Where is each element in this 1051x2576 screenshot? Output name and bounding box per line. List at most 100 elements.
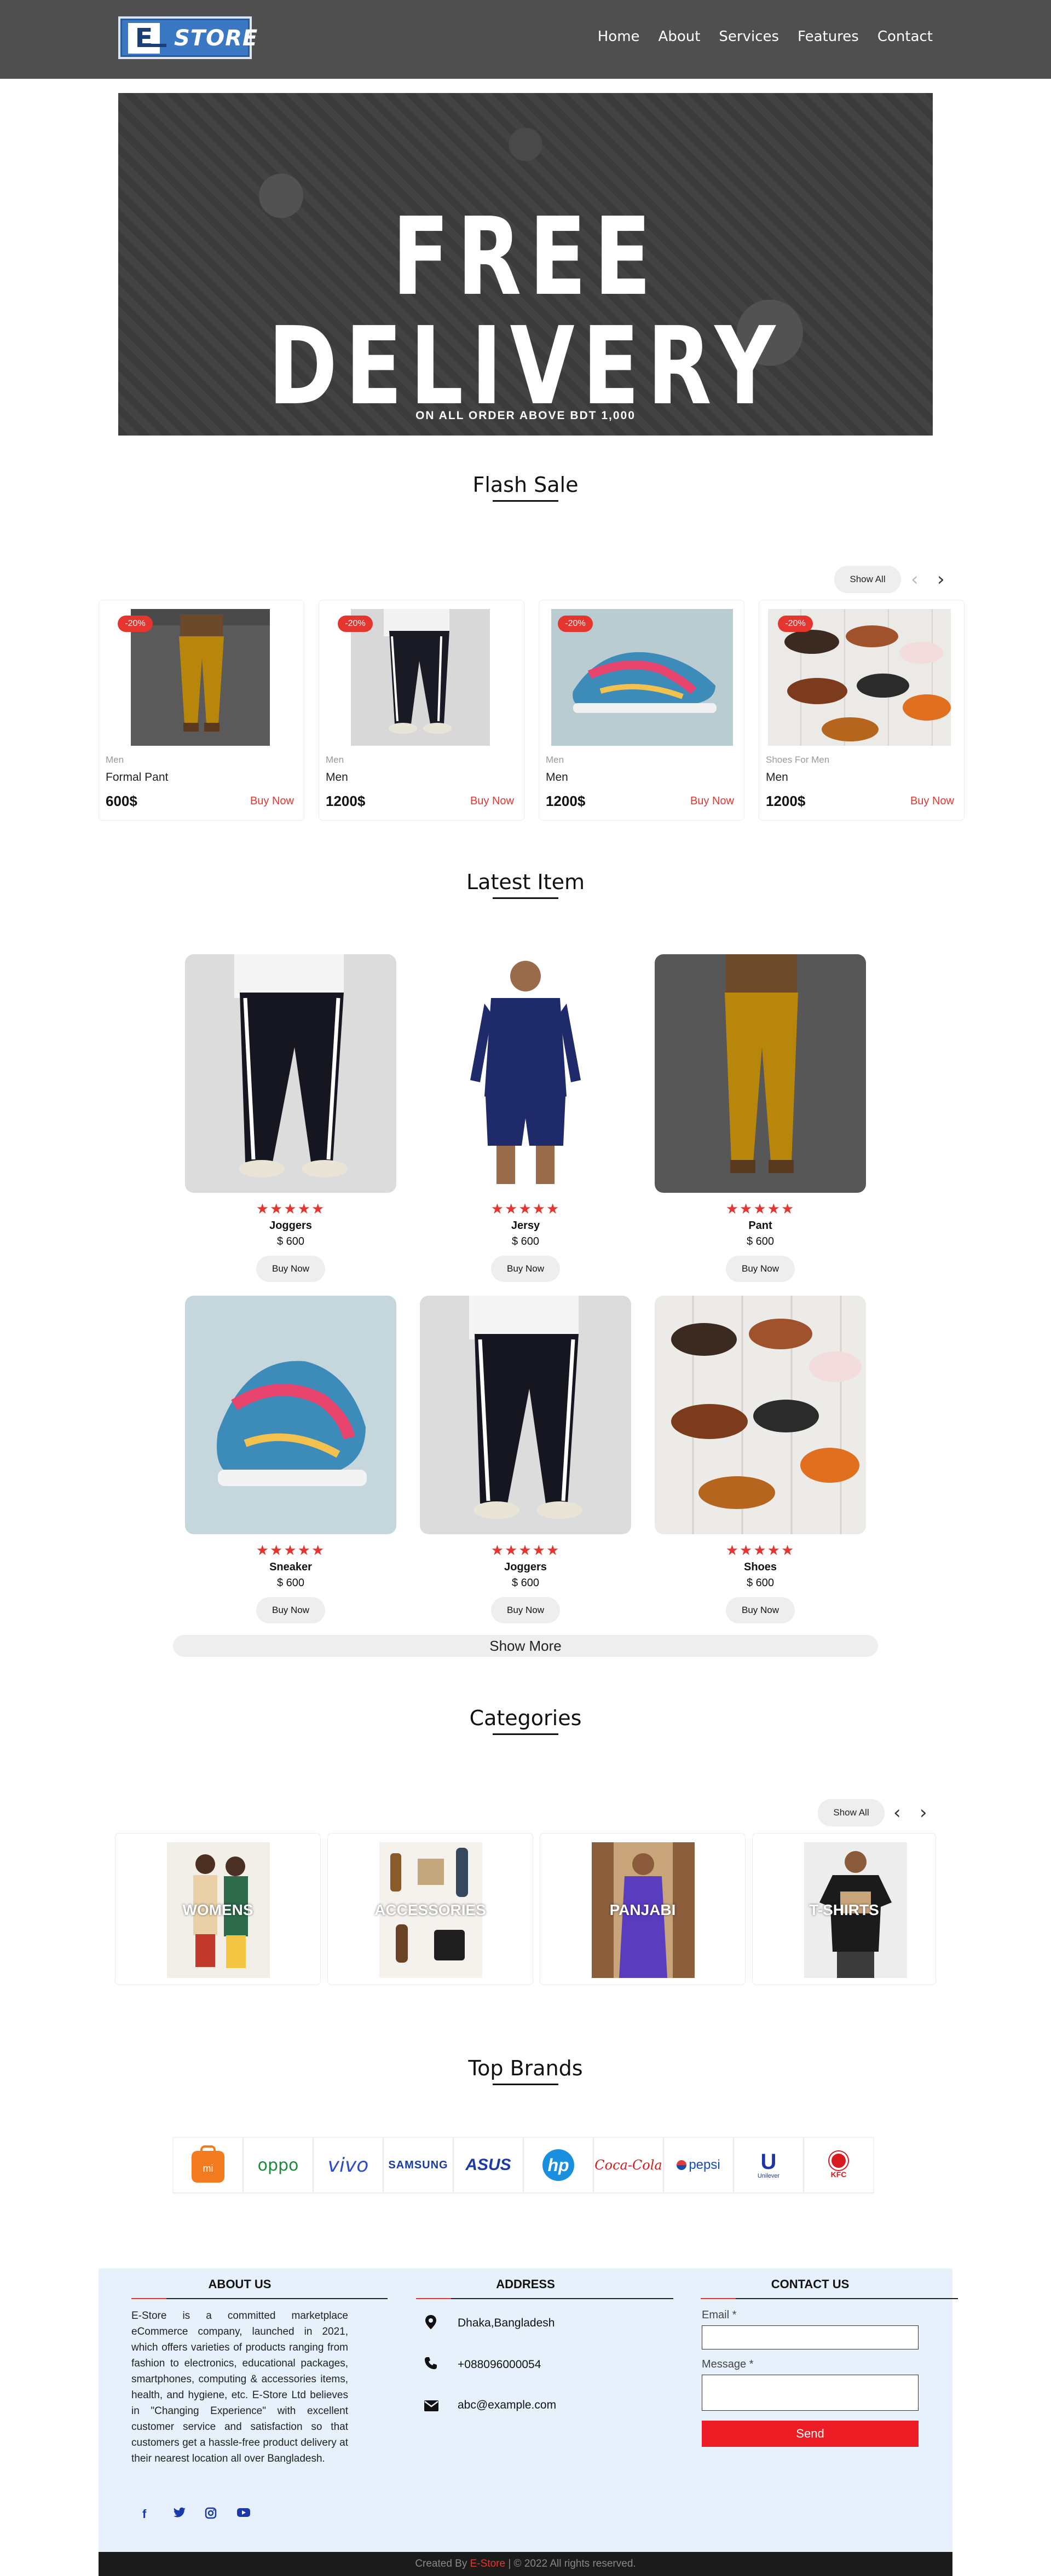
- address-text: Dhaka,Bangladesh: [458, 2317, 555, 2329]
- discount-badge: -20%: [118, 616, 153, 632]
- product-image-sneaker: [185, 1296, 396, 1534]
- flash-card[interactable]: -20% Men Men 1200$ Buy Now: [319, 600, 524, 821]
- brand-oppo[interactable]: oppo: [243, 2137, 313, 2193]
- brand-asus[interactable]: ASUS: [453, 2137, 523, 2193]
- rating-stars: ★★★★★: [256, 1200, 326, 1217]
- show-more-button[interactable]: Show More: [173, 1635, 878, 1657]
- address-heading: ADDRESS: [496, 2277, 555, 2291]
- buy-now-link[interactable]: Buy Now: [250, 795, 294, 808]
- address-divider: [416, 2298, 673, 2299]
- copyright-brand-link[interactable]: E-Store: [470, 2558, 505, 2569]
- instagram-icon[interactable]: [205, 2507, 217, 2522]
- email-text[interactable]: abc@example.com: [458, 2399, 556, 2412]
- estore-logo[interactable]: E STORE: [118, 16, 257, 59]
- nav-services[interactable]: Services: [719, 28, 779, 45]
- flash-card[interactable]: -20% Men Formal Pant 600$ Buy Now: [99, 600, 304, 821]
- buy-now-link[interactable]: Buy Now: [690, 795, 734, 808]
- item-price: $ 600: [746, 1577, 775, 1589]
- brand-mi[interactable]: mi: [173, 2137, 243, 2193]
- facebook-icon[interactable]: f: [142, 2507, 146, 2521]
- about-us-heading: ABOUT US: [208, 2277, 272, 2291]
- category-card-panjabi[interactable]: PANJABI: [540, 1833, 746, 1985]
- title-underline: [493, 500, 558, 502]
- title-underline: [493, 897, 558, 899]
- vivo-logo-icon: vivo: [327, 2154, 369, 2177]
- latest-item-card[interactable]: ★★★★★ Jersy $ 600 Buy Now: [420, 954, 631, 1282]
- nav-features[interactable]: Features: [798, 28, 859, 45]
- product-image-joggers: [420, 1296, 631, 1534]
- title-underline: [493, 2084, 558, 2085]
- card-category: Men: [546, 755, 564, 765]
- copyright-bar: Created By E-Store | © 2022 All rights r…: [99, 2552, 952, 2576]
- latest-item-card[interactable]: ★★★★★ Joggers $ 600 Buy Now: [185, 954, 396, 1282]
- buy-now-button[interactable]: Buy Now: [256, 1597, 325, 1623]
- brand-vivo[interactable]: vivo: [313, 2137, 383, 2193]
- asus-logo-icon: ASUS: [465, 2156, 511, 2174]
- card-price: 600$: [106, 793, 137, 809]
- buy-now-button[interactable]: Buy Now: [256, 1256, 325, 1282]
- item-name: Jersy: [511, 1220, 540, 1232]
- item-name: Joggers: [504, 1561, 547, 1573]
- brand-hp[interactable]: hp: [523, 2137, 593, 2193]
- category-label: PANJABI: [609, 1901, 676, 1918]
- pepsi-globe-icon: [677, 2160, 687, 2170]
- nav-about[interactable]: About: [659, 28, 701, 45]
- card-name: Men: [546, 771, 568, 784]
- latest-item-card[interactable]: ★★★★★ Pant $ 600 Buy Now: [655, 954, 866, 1282]
- brand-unilever[interactable]: U Unilever: [734, 2137, 804, 2193]
- phone-text[interactable]: +088096000054: [458, 2358, 541, 2371]
- unilever-logo-icon: U Unilever: [757, 2150, 780, 2179]
- card-name: Men: [326, 771, 348, 784]
- discount-badge: -20%: [338, 616, 373, 632]
- buy-now-button[interactable]: Buy Now: [726, 1597, 795, 1623]
- about-text: E-Store is a committed marketplace eComm…: [131, 2310, 348, 2464]
- twitter-icon[interactable]: [173, 2507, 186, 2522]
- category-card-t-shirts[interactable]: T-SHIRTS: [752, 1833, 936, 1985]
- send-button[interactable]: Send: [702, 2421, 919, 2447]
- buy-now-link[interactable]: Buy Now: [470, 795, 514, 808]
- category-card-womens[interactable]: WOMENS: [115, 1833, 321, 1985]
- chevron-right-icon[interactable]: ›: [937, 570, 945, 589]
- rating-stars: ★★★★★: [725, 1200, 795, 1217]
- product-image-formal-pant: [131, 609, 270, 746]
- phone-icon: [425, 2357, 437, 2369]
- chevron-left-icon[interactable]: ‹: [893, 1803, 901, 1822]
- hp-logo-icon: hp: [542, 2149, 574, 2181]
- message-field-label: Message *: [702, 2358, 754, 2370]
- categories-title-text: Categories: [469, 1706, 582, 1730]
- buy-now-button[interactable]: Buy Now: [491, 1597, 560, 1623]
- latest-item-title-text: Latest Item: [466, 870, 585, 894]
- buy-now-button[interactable]: Buy Now: [726, 1256, 795, 1282]
- latest-item-card[interactable]: ★★★★★ Joggers $ 600 Buy Now: [420, 1296, 631, 1623]
- chevron-left-icon[interactable]: ‹: [911, 570, 919, 589]
- brand-samsung[interactable]: SAMSUNG: [383, 2137, 453, 2193]
- item-price: $ 600: [511, 1577, 540, 1589]
- flash-card[interactable]: -20% Men Men 1200$ Buy Now: [539, 600, 744, 821]
- buy-now-button[interactable]: Buy Now: [491, 1256, 560, 1282]
- brand-kfc[interactable]: KFC: [804, 2137, 874, 2193]
- youtube-icon[interactable]: [236, 2507, 251, 2521]
- main-nav: Home About Services Features Contact: [579, 28, 933, 45]
- email-field[interactable]: [702, 2325, 919, 2349]
- pepsi-logo-icon: pepsi: [689, 2157, 720, 2172]
- flash-sale-title-text: Flash Sale: [472, 473, 579, 497]
- latest-item-card[interactable]: ★★★★★ Sneaker $ 600 Buy Now: [185, 1296, 396, 1623]
- brand-pepsi[interactable]: pepsi: [663, 2137, 734, 2193]
- svg-text:mi: mi: [203, 2163, 213, 2174]
- card-name: Formal Pant: [106, 771, 169, 784]
- nav-home[interactable]: Home: [598, 28, 640, 45]
- latest-item-card[interactable]: ★★★★★ Shoes $ 600 Buy Now: [655, 1296, 866, 1623]
- buy-now-link[interactable]: Buy Now: [910, 795, 954, 808]
- flash-show-all-button[interactable]: Show All: [834, 566, 901, 593]
- rating-stars: ★★★★★: [725, 1542, 795, 1558]
- category-card-accessories[interactable]: ACCESSORIES: [327, 1833, 533, 1985]
- message-textarea[interactable]: [702, 2375, 919, 2411]
- nav-contact[interactable]: Contact: [877, 28, 933, 45]
- chevron-right-icon[interactable]: ›: [920, 1803, 927, 1822]
- flash-card[interactable]: -20% Shoes For Men Men 1200$ Buy Now: [759, 600, 965, 821]
- card-name: Men: [766, 771, 788, 784]
- about-divider: [131, 2298, 388, 2299]
- item-price: $ 600: [276, 1577, 305, 1589]
- brand-coca-cola[interactable]: Coca-Cola: [593, 2137, 663, 2193]
- categories-show-all-button[interactable]: Show All: [818, 1799, 885, 1826]
